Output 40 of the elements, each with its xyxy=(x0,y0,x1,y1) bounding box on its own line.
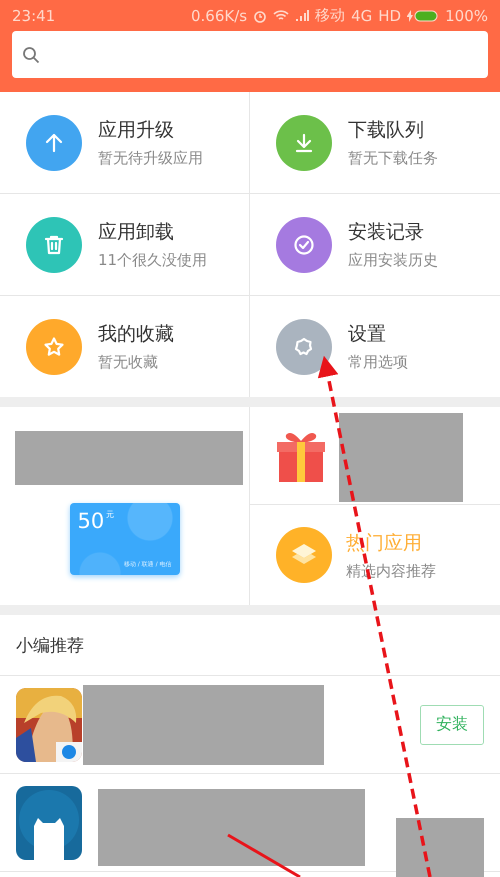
download-icon xyxy=(293,132,315,154)
tool-title: 我的收藏 xyxy=(98,322,174,347)
tool-subtitle: 11个很久没使用 xyxy=(98,251,208,270)
tool-item[interactable]: 应用卸载 11个很久没使用 xyxy=(0,194,250,296)
wifi-icon xyxy=(273,10,290,22)
alarm-icon xyxy=(253,8,268,22)
tool-title: 下载队列 xyxy=(348,118,425,143)
tool-subtitle: 常用选项 xyxy=(348,353,408,372)
hd-label: HD xyxy=(378,6,402,24)
card-unit: 元 xyxy=(106,509,114,520)
check-circle-icon xyxy=(293,234,315,256)
cat-icon xyxy=(16,786,82,860)
trash-icon xyxy=(43,234,65,256)
tool-subtitle: 暂无下载任务 xyxy=(348,149,438,168)
tool-title: 应用升级 xyxy=(98,118,175,143)
tool-item[interactable]: 应用升级 暂无待升级应用 xyxy=(0,92,250,194)
network-type: 4G xyxy=(351,6,372,24)
tool-title: 应用卸载 xyxy=(98,220,175,245)
tool-item[interactable]: 安装记录 应用安装历史 xyxy=(250,194,500,296)
network-speed: 0.66K/s xyxy=(190,6,248,24)
section-title: 小编推荐 xyxy=(16,634,84,656)
tool-title: 设置 xyxy=(348,322,387,347)
tool-title: 安装记录 xyxy=(348,220,425,245)
settings-icon xyxy=(293,336,315,358)
tool-item[interactable]: 下载队列 暂无下载任务 xyxy=(250,92,500,194)
status-time: 23:41 xyxy=(12,6,56,24)
tool-item[interactable]: 设置 常用选项 xyxy=(250,296,500,397)
battery-icon xyxy=(407,8,440,22)
tool-subtitle: 应用安装历史 xyxy=(348,251,438,270)
carrier-label: 移动 xyxy=(315,6,346,25)
search-field[interactable] xyxy=(12,31,488,78)
signal-icon xyxy=(295,10,310,22)
search-icon xyxy=(22,46,40,64)
tool-subtitle: 暂无待升级应用 xyxy=(98,149,203,168)
tool-item[interactable]: 我的收藏 暂无收藏 xyxy=(0,296,250,397)
card-amount: 50 xyxy=(78,509,104,533)
up-arrow-icon xyxy=(43,132,65,154)
star-icon xyxy=(43,336,65,358)
battery-percent: 100% xyxy=(445,6,488,24)
tool-subtitle: 暂无收藏 xyxy=(98,353,159,372)
